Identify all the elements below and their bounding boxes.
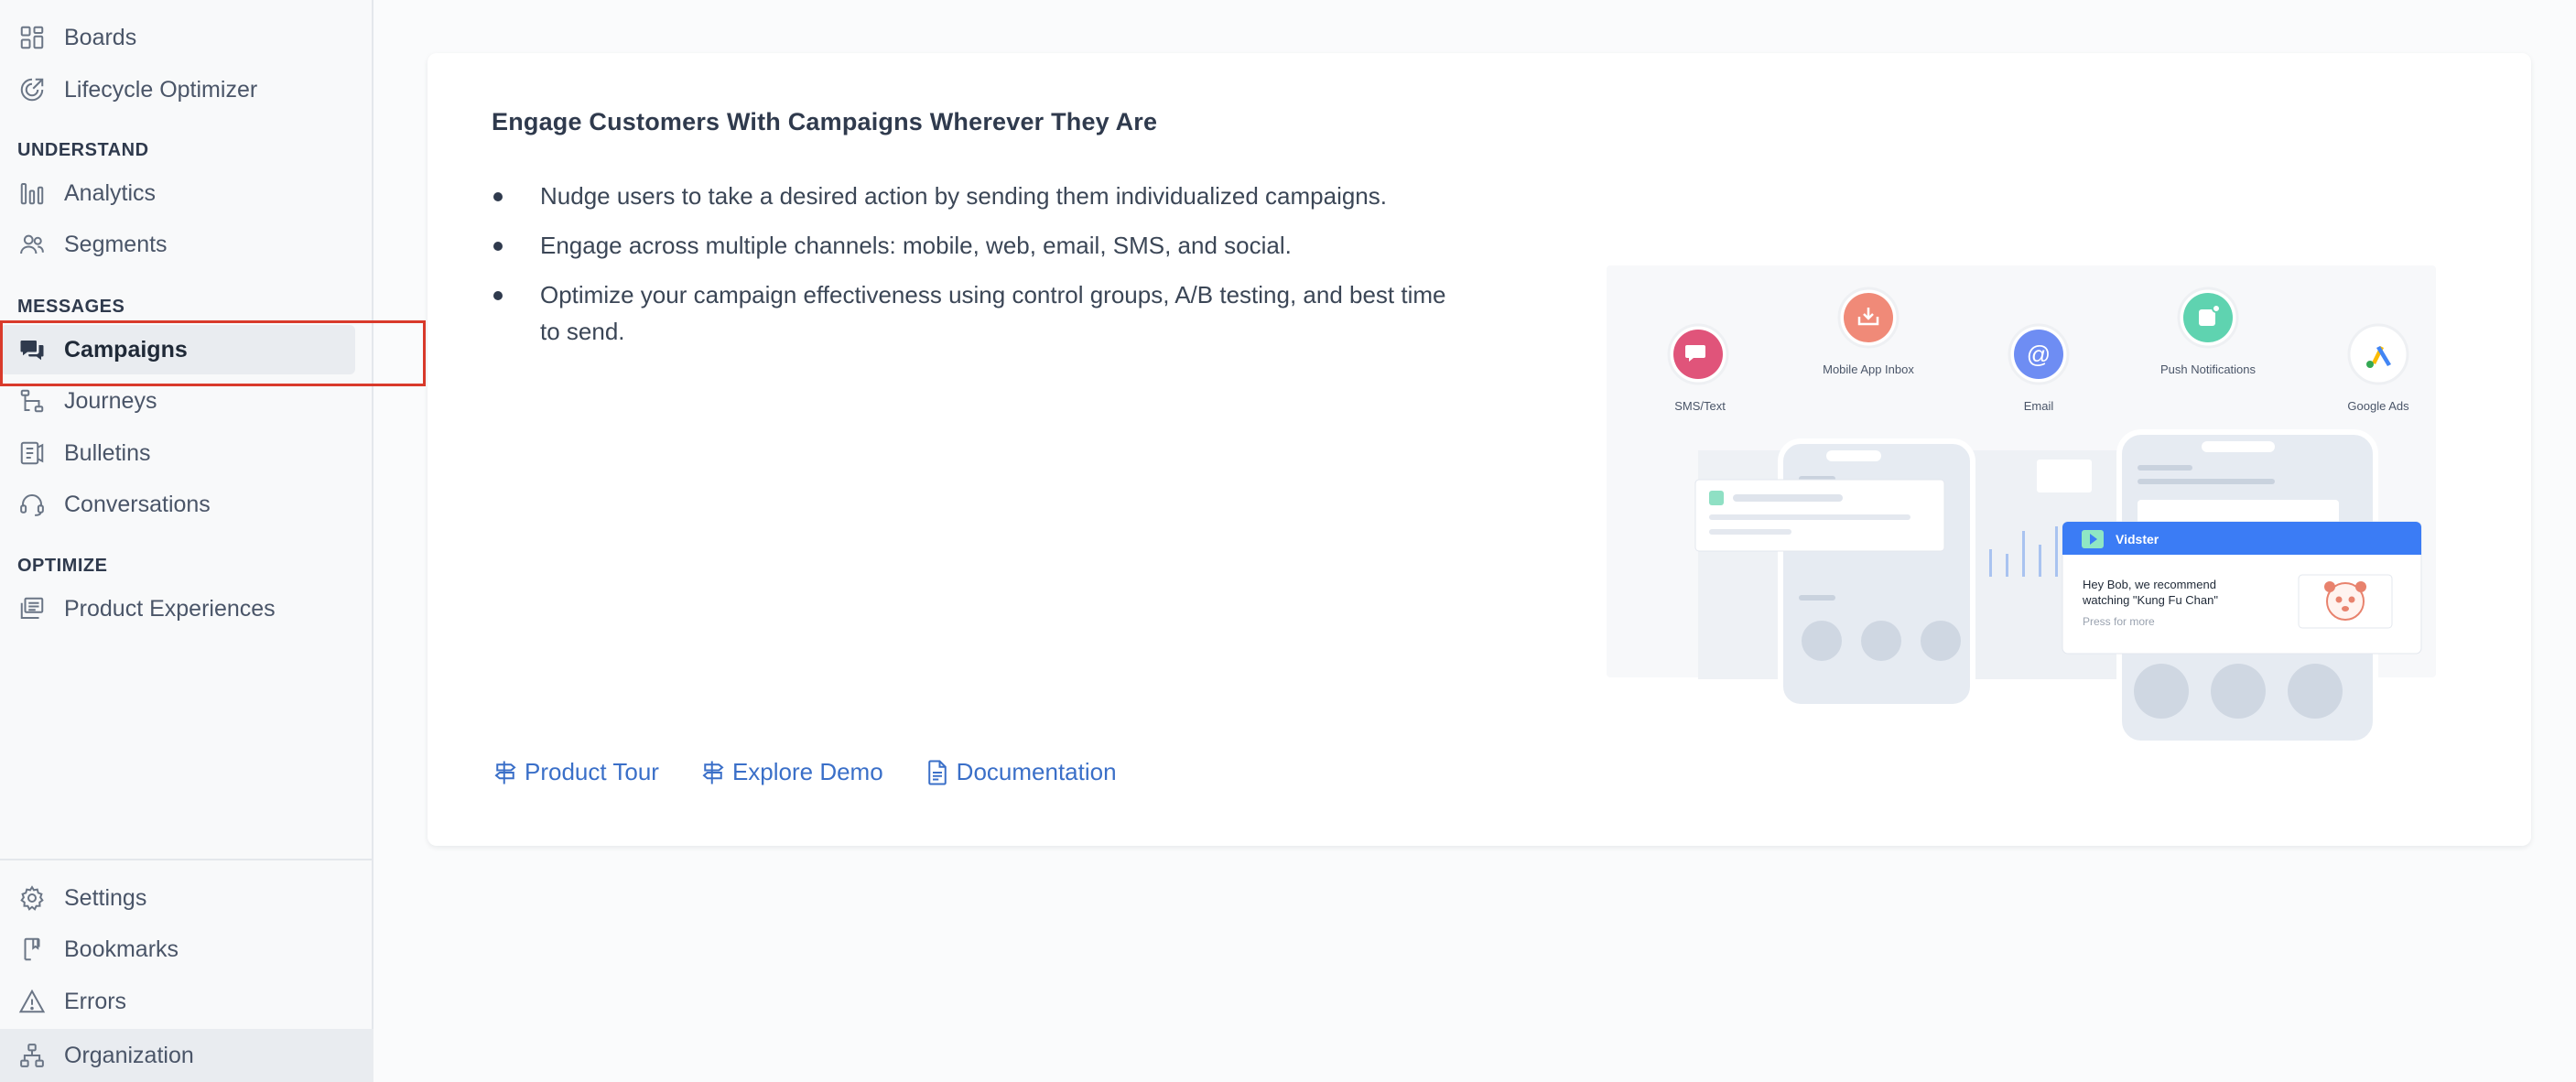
gear-icon	[16, 882, 48, 914]
sidebar-item-product-experiences[interactable]: Product Experiences	[0, 584, 355, 633]
svg-text:@: @	[2027, 341, 2051, 368]
link-label: Documentation	[956, 758, 1117, 785]
notification-line: Hey Bob, we recommend	[2083, 578, 2216, 591]
users-icon	[16, 229, 48, 260]
sidebar: Boards Lifecycle Optimizer UNDERSTAND An…	[0, 0, 373, 1082]
notification-hint: Press for more	[2083, 615, 2155, 628]
warning-icon	[16, 986, 48, 1017]
channel-label-push: Push Notifications	[2159, 362, 2257, 376]
stacked-layers-icon	[16, 593, 48, 624]
sidebar-item-errors[interactable]: Errors	[0, 977, 355, 1026]
bar-chart-icon	[16, 178, 48, 209]
notification-app-name: Vidster	[2116, 532, 2159, 546]
sidebar-item-campaigns[interactable]: Campaigns	[0, 325, 355, 374]
channel-label-email: Email	[2023, 399, 2054, 413]
sidebar-item-label: Segments	[64, 231, 168, 257]
sidebar-item-segments[interactable]: Segments	[0, 220, 355, 269]
sidebar-divider	[0, 859, 373, 860]
sidebar-item-bookmarks[interactable]: Bookmarks	[0, 925, 355, 974]
sidebar-item-settings[interactable]: Settings	[0, 873, 355, 923]
section-header-optimize: OPTIMIZE	[17, 556, 108, 576]
channels-illustration-art: @	[1607, 265, 2436, 746]
sidebar-item-analytics[interactable]: Analytics	[0, 168, 355, 218]
sidebar-item-conversations[interactable]: Conversations	[0, 480, 355, 529]
section-header-understand: UNDERSTAND	[17, 140, 149, 160]
feature-bullet: Engage across multiple channels: mobile,…	[492, 227, 1471, 264]
bookmark-icon	[16, 934, 48, 965]
sidebar-item-label: Analytics	[64, 179, 157, 206]
sidebar-item-label: Conversations	[64, 491, 211, 517]
headset-icon	[16, 489, 48, 520]
sidebar-item-label: Boards	[64, 24, 137, 50]
channels-illustration: @ SMS/Text Mobile App Inbox Email Push N…	[1607, 211, 2522, 746]
feature-list: Nudge users to take a desired action by …	[492, 178, 1471, 362]
channel-label-inbox: Mobile App Inbox	[1823, 362, 1914, 376]
sidebar-item-label: Campaigns	[64, 336, 188, 362]
journey-icon	[16, 385, 48, 417]
sidebar-item-label: Journeys	[64, 387, 157, 414]
campaigns-intro-card: Engage Customers With Campaigns Wherever…	[428, 53, 2531, 846]
sidebar-item-label: Organization	[64, 1042, 194, 1068]
chat-bubbles-icon	[16, 334, 48, 365]
signpost-icon	[494, 761, 516, 784]
sidebar-item-journeys[interactable]: Journeys	[0, 376, 355, 426]
product-tour-link[interactable]: Product Tour	[492, 758, 659, 786]
boards-icon	[16, 22, 48, 53]
sidebar-item-label: Product Experiences	[64, 595, 276, 622]
lifecycle-icon	[16, 74, 48, 105]
sidebar-item-organization[interactable]: Organization	[0, 1029, 373, 1082]
explore-demo-link[interactable]: Explore Demo	[699, 758, 883, 786]
sidebar-item-label: Bulletins	[64, 439, 151, 466]
channel-label-sms: SMS/Text	[1674, 399, 1726, 413]
feature-bullet: Nudge users to take a desired action by …	[492, 178, 1471, 214]
link-label: Explore Demo	[731, 758, 883, 785]
notification-message: Hey Bob, we recommend watching "Kung Fu …	[2083, 577, 2218, 608]
sidebar-item-boards[interactable]: Boards	[0, 13, 355, 62]
signpost-icon	[702, 761, 724, 784]
document-icon	[927, 760, 947, 784]
link-label: Product Tour	[525, 758, 659, 785]
sidebar-item-label: Lifecycle Optimizer	[64, 76, 258, 103]
feature-bullet: Optimize your campaign effectiveness usi…	[492, 276, 1471, 350]
channel-label-google-ads: Google Ads	[2347, 399, 2409, 413]
documentation-link[interactable]: Documentation	[924, 758, 1117, 786]
sidebar-item-label: Settings	[64, 884, 147, 911]
bulletin-icon	[16, 438, 48, 469]
notification-line: watching "Kung Fu Chan"	[2083, 593, 2218, 607]
resource-links: Product Tour Explore Demo Documentation	[492, 758, 1157, 786]
page-title: Engage Customers With Campaigns Wherever…	[492, 108, 1158, 135]
org-chart-icon	[16, 1040, 48, 1071]
sidebar-item-bulletins[interactable]: Bulletins	[0, 428, 355, 478]
sidebar-item-lifecycle-optimizer[interactable]: Lifecycle Optimizer	[0, 65, 355, 114]
section-header-messages: MESSAGES	[17, 297, 125, 317]
sidebar-item-label: Bookmarks	[64, 936, 179, 962]
sidebar-item-label: Errors	[64, 988, 127, 1014]
